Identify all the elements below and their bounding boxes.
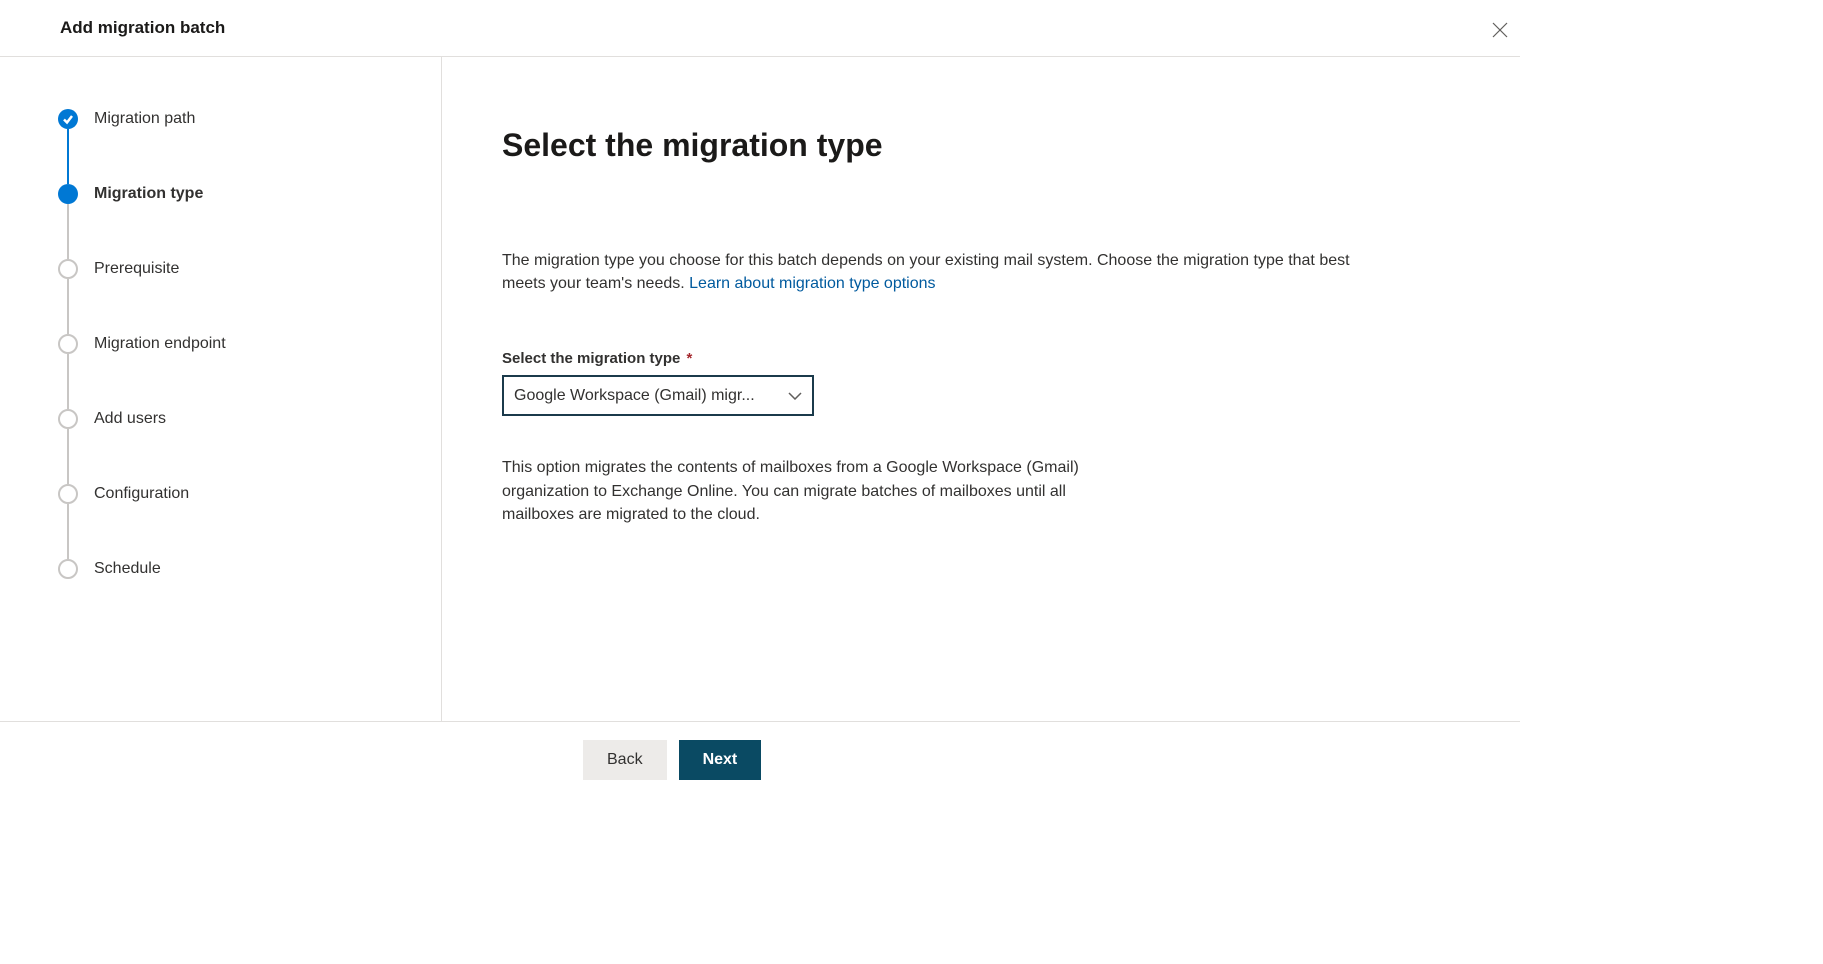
step-migration-endpoint[interactable]: Migration endpoint xyxy=(58,334,441,354)
step-marker-upcoming xyxy=(58,259,78,279)
step-schedule[interactable]: Schedule xyxy=(58,559,441,579)
step-connector xyxy=(67,354,69,409)
learn-more-link[interactable]: Learn about migration type options xyxy=(689,275,935,292)
step-prerequisite[interactable]: Prerequisite xyxy=(58,259,441,279)
step-label: Schedule xyxy=(94,560,161,578)
step-configuration[interactable]: Configuration xyxy=(58,484,441,504)
step-connector xyxy=(67,504,69,559)
stepper: Migration path Migration type Prerequisi… xyxy=(58,109,441,579)
step-marker-upcoming xyxy=(58,559,78,579)
step-migration-path[interactable]: Migration path xyxy=(58,109,441,129)
step-connector xyxy=(67,279,69,334)
step-label: Add users xyxy=(94,410,166,428)
field-label-text: Select the migration type xyxy=(502,350,680,367)
page-description: The migration type you choose for this b… xyxy=(502,249,1372,295)
close-icon xyxy=(1492,22,1508,38)
step-label: Migration endpoint xyxy=(94,335,226,353)
required-asterisk: * xyxy=(687,350,693,367)
wizard-main: Select the migration type The migration … xyxy=(442,57,1520,721)
step-marker-upcoming xyxy=(58,409,78,429)
next-button[interactable]: Next xyxy=(679,740,762,780)
step-label: Migration type xyxy=(94,185,203,203)
wizard-header: Add migration batch xyxy=(0,0,1520,57)
checkmark-icon xyxy=(62,113,74,125)
step-label: Configuration xyxy=(94,485,189,503)
wizard-footer: Back Next xyxy=(0,722,1520,798)
step-connector xyxy=(67,129,69,184)
step-marker-completed xyxy=(58,109,78,129)
step-connector xyxy=(67,204,69,259)
page-title: Select the migration type xyxy=(502,127,1460,164)
back-button[interactable]: Back xyxy=(583,740,667,780)
step-add-users[interactable]: Add users xyxy=(58,409,441,429)
step-marker-upcoming xyxy=(58,484,78,504)
step-marker-upcoming xyxy=(58,334,78,354)
step-label: Migration path xyxy=(94,110,195,128)
wizard-title: Add migration batch xyxy=(60,18,225,38)
step-migration-type[interactable]: Migration type xyxy=(58,184,441,204)
migration-type-select[interactable]: Google Workspace (Gmail) migr... xyxy=(502,375,814,416)
option-description: This option migrates the contents of mai… xyxy=(502,456,1102,526)
step-connector xyxy=(67,429,69,484)
wizard-sidebar: Migration path Migration type Prerequisi… xyxy=(0,57,442,721)
close-button[interactable] xyxy=(1488,18,1512,42)
step-label: Prerequisite xyxy=(94,260,179,278)
step-marker-current xyxy=(58,184,78,204)
migration-type-label: Select the migration type * xyxy=(502,350,1460,367)
